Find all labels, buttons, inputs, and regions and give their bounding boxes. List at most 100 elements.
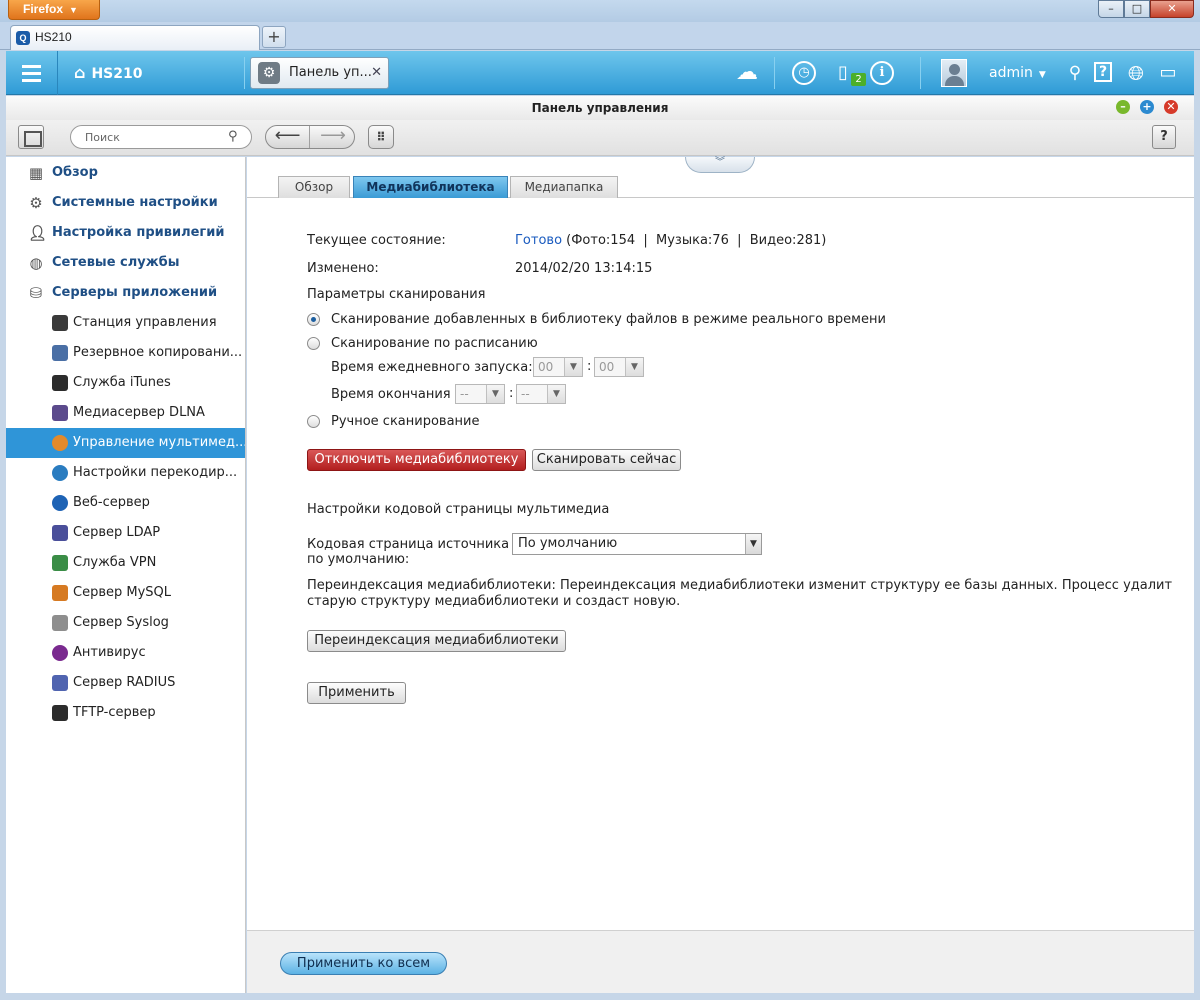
new-tab-button[interactable]: +	[262, 26, 286, 48]
reindex-button[interactable]: Переиндексация медиабиблиотеки	[307, 630, 566, 652]
end-minute-select[interactable]: -- ▼	[516, 384, 566, 404]
sidebar-item-system-settings[interactable]: ⚙ Системные настройки	[6, 188, 245, 218]
home-button[interactable]: ⌂ HS210	[64, 51, 142, 95]
sidebar-item-web-server[interactable]: Веб-сервер	[6, 488, 245, 518]
radio-scheduled-scan[interactable]	[307, 337, 320, 350]
search-icon[interactable]: ⚲	[1063, 61, 1087, 85]
status-counts: (Фото:154 | Музыка:76 | Видео:281)	[566, 233, 827, 248]
window-title-bar: Панель управления – + ✕	[6, 96, 1194, 120]
qnap-favicon-icon: Q	[16, 31, 30, 45]
qts-topbar: ⌂ HS210 ⚙ Панель уп... ✕ ☁ ◷ ▯ 2 i admin ▼…	[6, 51, 1194, 95]
close-window-button[interactable]: ✕	[1150, 0, 1194, 18]
firefox-menu-button[interactable]: Firefox ▼	[8, 0, 100, 20]
username: admin	[989, 65, 1033, 81]
radio-realtime-scan[interactable]	[307, 313, 320, 326]
current-status-label: Текущее состояние:	[307, 233, 446, 248]
toggle-sidebar-button[interactable]	[18, 125, 44, 149]
codepage-label-line1: Кодовая страница источника	[307, 537, 510, 552]
dlna-icon	[52, 405, 68, 421]
reindex-description-line1: Переиндексация медиабиблиотеки: Переинде…	[307, 578, 1173, 593]
globe-icon[interactable]: 🌐︎	[1124, 61, 1148, 85]
codepage-select[interactable]: По умолчанию ▼	[512, 533, 762, 555]
browser-tab[interactable]: Q HS210	[10, 25, 260, 50]
help-button[interactable]: ?	[1152, 125, 1176, 149]
panel-toolbar: ⚲ ⟵ ⟶ ⠿ ?	[6, 120, 1194, 156]
status-ready: Готово	[515, 233, 563, 248]
multimedia-icon	[52, 435, 68, 451]
divider	[920, 57, 921, 89]
itunes-icon	[52, 375, 68, 391]
history-nav: ⟵ ⟶	[265, 125, 355, 149]
backup-icon	[52, 345, 68, 361]
info-icon[interactable]: i	[870, 61, 894, 85]
server-icon: ⛁	[29, 284, 43, 302]
sidebar-item-transcode[interactable]: Настройки перекодир...	[6, 458, 245, 488]
daily-start-label: Время ежедневного запуска:	[331, 360, 533, 375]
app-tab-control-panel[interactable]: ⚙ Панель уп... ✕	[250, 57, 389, 89]
sidebar-item-station-manager[interactable]: Станция управления	[6, 308, 245, 338]
daily-start-hour-select[interactable]: 00 ▼	[533, 357, 583, 377]
collapse-handle[interactable]: ︾	[685, 157, 755, 173]
sidebar-item-vpn[interactable]: Служба VPN	[6, 548, 245, 578]
transcode-icon	[52, 465, 68, 481]
notification-badge: 2	[851, 73, 866, 86]
search-icon[interactable]: ⚲	[228, 129, 244, 145]
minimize-button[interactable]: –	[1098, 0, 1124, 18]
main-menu-button[interactable]	[6, 51, 58, 95]
sidebar-item-backup[interactable]: Резервное копировани...	[6, 338, 245, 368]
changed-value: 2014/02/20 13:14:15	[515, 261, 653, 276]
sidebar-item-app-servers[interactable]: ⛁ Серверы приложений	[6, 278, 245, 308]
monitor-icon[interactable]: ▭	[1156, 61, 1180, 85]
sidebar: ▦ Обзор ⚙ Системные настройки 👤︎ Настройка …	[6, 157, 246, 993]
tab-overview[interactable]: Обзор	[278, 176, 350, 198]
maximize-window-icon[interactable]: +	[1140, 100, 1154, 114]
cloud-icon[interactable]: ☁	[735, 61, 759, 85]
back-button[interactable]: ⟵	[266, 126, 310, 148]
gear-icon: ⚙	[29, 194, 43, 212]
sidebar-item-radius[interactable]: Сервер RADIUS	[6, 668, 245, 698]
sidebar-item-network-services[interactable]: ◍ Сетевые службы	[6, 248, 245, 278]
sidebar-item-overview[interactable]: ▦ Обзор	[6, 158, 245, 188]
end-hour-select[interactable]: -- ▼	[455, 384, 505, 404]
search-input[interactable]	[70, 125, 252, 149]
grid-icon: ▦	[28, 164, 44, 182]
app-tab-label: Панель уп...	[289, 65, 372, 80]
minimize-window-icon[interactable]: –	[1116, 100, 1130, 114]
clock-icon[interactable]: ◷	[792, 61, 816, 85]
sidebar-item-dlna[interactable]: Медиасервер DLNA	[6, 398, 245, 428]
tab-bar: Обзор Медиабиблиотека Медиапапка	[247, 176, 1194, 198]
sidebar-item-itunes[interactable]: Служба iTunes	[6, 368, 245, 398]
radio-manual-scan[interactable]	[307, 415, 320, 428]
apply-button[interactable]: Применить	[307, 682, 406, 704]
radio-realtime-label: Сканирование добавленных в библиотеку фа…	[331, 312, 886, 327]
scan-now-button[interactable]: Сканировать сейчас	[532, 449, 681, 471]
tab-media-library[interactable]: Медиабиблиотека	[353, 176, 508, 198]
browser-tabstrip: Q HS210 +	[0, 22, 1200, 50]
sidebar-item-syslog[interactable]: Сервер Syslog	[6, 608, 245, 638]
content-area: ︾ Обзор Медиабиблиотека Медиапапка Текущ…	[247, 157, 1194, 930]
vpn-icon	[52, 555, 68, 571]
chevron-down-icon: ▼	[547, 385, 565, 403]
menu-icon	[22, 65, 41, 68]
sidebar-item-multimedia[interactable]: Управление мультимед...	[6, 428, 245, 458]
maximize-button[interactable]: □	[1124, 0, 1150, 18]
forward-button[interactable]: ⟶	[311, 126, 355, 148]
tab-media-folder[interactable]: Медиапапка	[510, 176, 618, 198]
mysql-icon	[52, 585, 68, 601]
avatar[interactable]	[941, 59, 967, 87]
close-window-icon[interactable]: ✕	[1164, 100, 1178, 114]
apply-all-button[interactable]: Применить ко всем	[280, 952, 447, 975]
close-tab-icon[interactable]: ✕	[371, 58, 382, 88]
help-icon[interactable]: ?	[1094, 62, 1112, 82]
disable-library-button[interactable]: Отключить медиабиблиотеку	[307, 449, 526, 471]
sidebar-item-antivirus[interactable]: Антивирус	[6, 638, 245, 668]
sidebar-item-tftp[interactable]: TFTP-сервер	[6, 698, 245, 728]
sidebar-item-privileges[interactable]: 👤︎ Настройка привилегий	[6, 218, 245, 248]
window-title: Панель управления	[531, 101, 669, 115]
changed-label: Изменено:	[307, 261, 379, 276]
daily-start-minute-select[interactable]: 00 ▼	[594, 357, 644, 377]
user-menu[interactable]: admin ▼	[989, 51, 1046, 97]
all-apps-button[interactable]: ⠿	[368, 125, 394, 149]
sidebar-item-mysql[interactable]: Сервер MySQL	[6, 578, 245, 608]
sidebar-item-ldap[interactable]: Сервер LDAP	[6, 518, 245, 548]
